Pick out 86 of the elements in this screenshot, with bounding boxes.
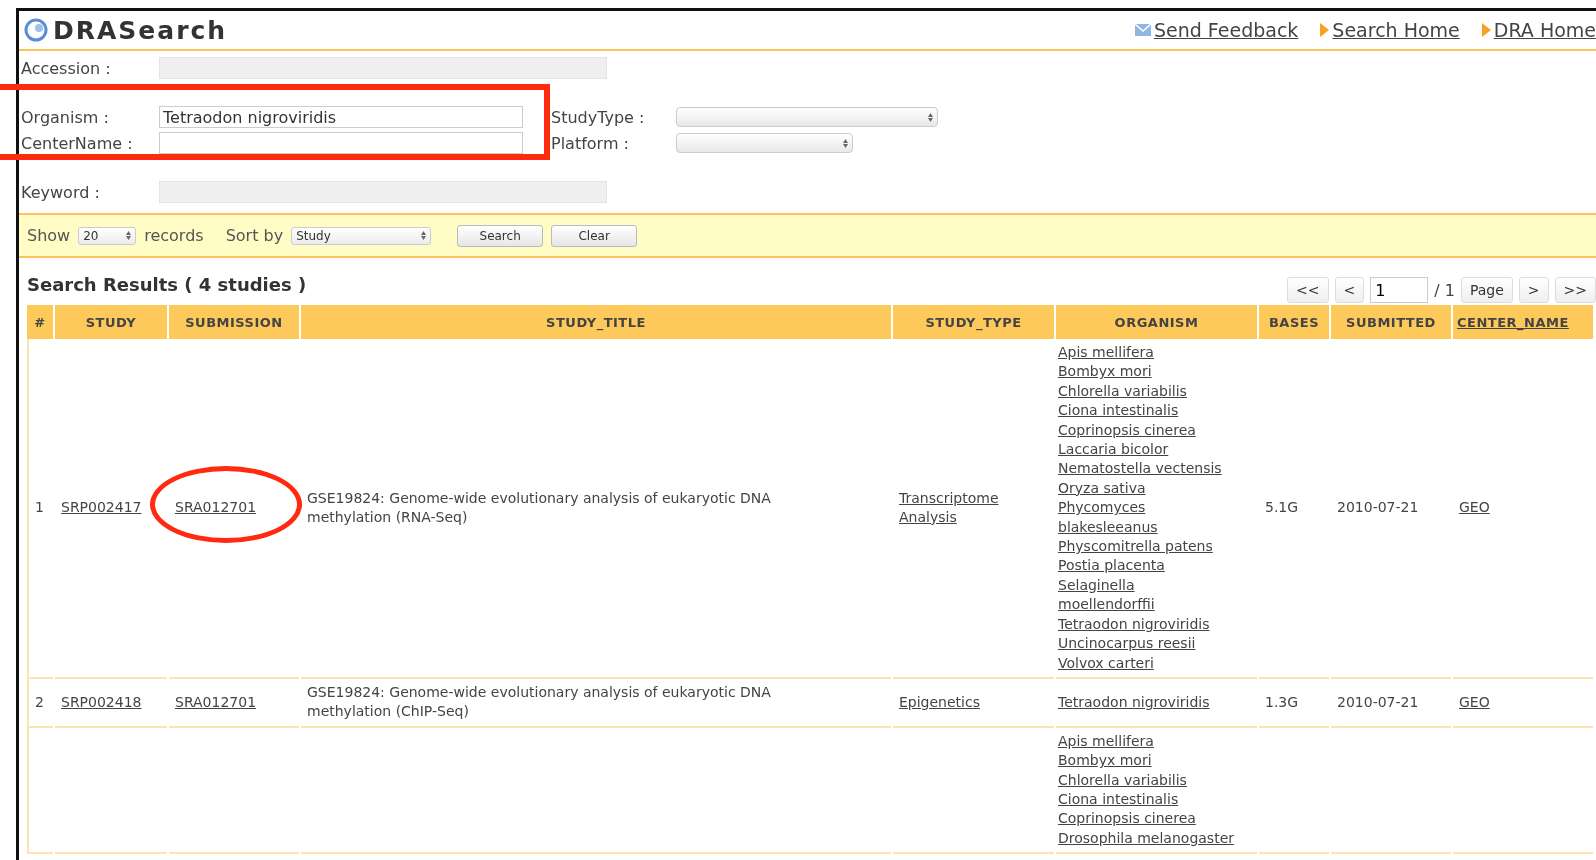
organism-label: Organism : — [20, 107, 110, 127]
column-header: STUDY_TYPE — [893, 305, 1054, 339]
column-header: SUBMITTED — [1331, 305, 1451, 339]
form-button[interactable]: Clear — [551, 224, 638, 247]
arrow-icon — [1320, 23, 1330, 37]
center-name-link[interactable]: GEO — [1459, 499, 1490, 516]
organism-link[interactable]: Bombyx mori — [1058, 751, 1235, 771]
page-button[interactable]: Page — [1460, 277, 1513, 303]
study-link[interactable]: SRP002418 — [61, 693, 142, 710]
mail-icon — [1134, 24, 1151, 36]
column-header: ORGANISM — [1056, 305, 1257, 339]
records-select[interactable]: 20 — [78, 226, 137, 245]
bases-value: 5.1G — [1265, 499, 1299, 516]
organism-link[interactable]: Drosophila melanogaster — [1058, 828, 1235, 849]
center-name-link[interactable]: GEO — [1459, 693, 1490, 710]
sort-select[interactable]: Study — [291, 226, 432, 245]
accession-field[interactable] — [159, 57, 607, 79]
organism-field[interactable]: Tetraodon nigroviridis — [159, 106, 523, 128]
page-total: / 1 — [1434, 280, 1455, 300]
organism-link[interactable]: Oryza sativa — [1058, 478, 1235, 499]
form-button[interactable]: Search — [457, 224, 544, 247]
site-logo[interactable]: DRASearch — [53, 15, 228, 45]
study-type-link[interactable]: Transcriptome Analysis — [899, 488, 1048, 528]
platform-select[interactable] — [676, 133, 853, 153]
study-title: GSE19824: Genome-wide evolutionary analysis of eukaryotic DNA methylation (RNA-Seq) — [307, 489, 771, 525]
organism-link[interactable]: Tetraodon nigroviridis — [1058, 614, 1235, 635]
organism-link[interactable]: Uncinocarpus reesii — [1058, 634, 1235, 654]
nav-link[interactable]: Search Home — [1320, 19, 1460, 41]
organism-link[interactable]: Apis mellifera — [1058, 731, 1235, 752]
dropdown-arrows-icon — [843, 138, 848, 148]
sort-label: Sort by — [225, 226, 284, 245]
organism-link[interactable]: Phycomyces blakesleeanus — [1058, 498, 1235, 538]
nav-link[interactable]: Send Feedback — [1134, 19, 1299, 41]
organism-link[interactable]: Ciona intestinalis — [1058, 401, 1235, 421]
organism-link[interactable]: Apis mellifera — [1058, 343, 1235, 363]
column-header: STUDY_TITLE — [301, 305, 891, 339]
study-title: GSE19824: Genome-wide evolutionary analysis of eukaryotic DNA methylation (ChIP-Seq) — [307, 683, 771, 720]
study-type-label: StudyType : — [550, 107, 646, 127]
submitted-date: 2010-07-21 — [1337, 499, 1419, 516]
column-header: SUBMISSION — [169, 305, 299, 339]
organism-link[interactable]: Tetraodon nigroviridis — [1058, 692, 1235, 712]
last-page-button[interactable]: >> — [1554, 277, 1596, 303]
arrow-icon — [1481, 23, 1491, 37]
study-type-select[interactable] — [676, 107, 938, 127]
submission-link[interactable]: SRA012701 — [175, 693, 257, 710]
center-name-field[interactable] — [159, 132, 523, 154]
submitted-date: 2010-07-21 — [1337, 693, 1419, 710]
first-page-button[interactable]: << — [1287, 277, 1329, 303]
bases-value: 1.3G — [1265, 693, 1299, 710]
page-field[interactable]: 1 — [1370, 277, 1429, 303]
show-label: Show — [27, 226, 71, 245]
dropdown-arrows-icon — [928, 112, 933, 122]
organism-link[interactable]: Bombyx mori — [1058, 362, 1235, 382]
column-header: # — [27, 305, 53, 339]
platform-label: Platform : — [550, 133, 630, 153]
organism-link[interactable]: Physcomitrella patens — [1058, 537, 1235, 557]
column-header: STUDY — [55, 305, 167, 339]
nav-link[interactable]: DRA Home — [1481, 19, 1596, 41]
submission-link[interactable]: SRA012701 — [175, 499, 257, 516]
organism-link[interactable]: Chlorella variabilis — [1058, 381, 1235, 402]
accession-label: Accession : — [20, 58, 112, 78]
keyword-label: Keyword : — [20, 182, 101, 202]
organism-link[interactable]: Volvox carteri — [1058, 653, 1235, 673]
organism-link[interactable]: Laccaria bicolor — [1058, 440, 1235, 460]
study-link[interactable]: SRP002417 — [61, 499, 142, 516]
results-title: Search Results ( 4 studies ) — [27, 274, 307, 295]
organism-link[interactable]: Nematostella vectensis — [1058, 459, 1235, 479]
organism-link[interactable]: Coprinopsis cinerea — [1058, 420, 1235, 441]
study-type-link[interactable]: Epigenetics — [899, 692, 1048, 712]
next-page-button[interactable]: > — [1518, 277, 1549, 303]
logo-icon — [23, 17, 49, 43]
center-name-label: CenterName : — [20, 133, 134, 153]
previous-page-button[interactable]: < — [1334, 277, 1365, 303]
row-number: 1 — [35, 499, 44, 516]
organism-link[interactable]: Chlorella variabilis — [1058, 770, 1235, 790]
organism-link[interactable]: Ciona intestinalis — [1058, 789, 1235, 810]
dropdown-arrows-icon — [421, 231, 427, 240]
column-header: BASES — [1259, 305, 1329, 339]
organism-link[interactable]: Postia placenta — [1058, 556, 1235, 576]
column-header[interactable]: CENTER_NAME — [1453, 305, 1593, 339]
row-number: 2 — [35, 693, 44, 710]
organism-link[interactable]: Selaginella moellendorffii — [1058, 575, 1235, 615]
organism-link[interactable]: Coprinopsis cinerea — [1058, 809, 1235, 829]
keyword-field[interactable] — [159, 181, 607, 203]
records-label: records — [144, 226, 204, 245]
dropdown-arrows-icon — [126, 231, 132, 240]
